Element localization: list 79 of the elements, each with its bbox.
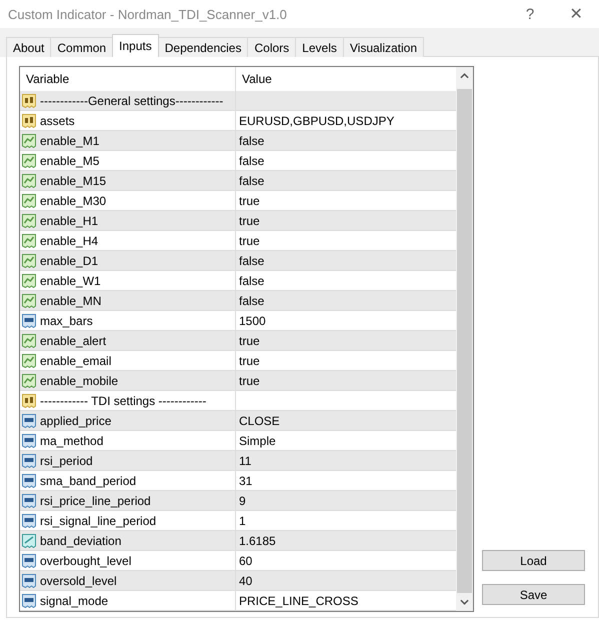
variable-name: enable_email [40, 354, 112, 368]
tab[interactable]: Levels [295, 37, 344, 57]
variable-name: max_bars [40, 314, 93, 328]
variable-name: applied_price [40, 414, 112, 428]
window-title: Custom Indicator - Nordman_TDI_Scanner_v1.0 [8, 6, 288, 22]
value-text[interactable]: 1.6185 [239, 534, 276, 548]
chart-line-icon [21, 272, 37, 288]
tab[interactable]: Colors [247, 37, 296, 57]
value-text[interactable]: 11 [239, 454, 252, 468]
chart-line-icon [21, 332, 37, 348]
chart-line-icon [21, 292, 37, 308]
value-text[interactable]: EURUSD,GBPUSD,USDJPY [239, 114, 394, 128]
value-text[interactable]: Simple [239, 434, 276, 448]
variable-name: ------------General settings------------ [40, 94, 224, 108]
variable-name: ma_method [40, 434, 104, 448]
close-button[interactable]: ✕ [553, 0, 599, 28]
scrollbar[interactable] [456, 67, 473, 611]
tab[interactable]: Dependencies [158, 37, 248, 57]
value-text[interactable]: 9 [239, 494, 246, 508]
variable-name: enable_MN [40, 294, 102, 308]
variable-name: enable_H1 [40, 214, 98, 228]
chart-line-icon [21, 352, 37, 368]
value-text[interactable]: 1500 [239, 314, 266, 328]
chart-line-icon [21, 152, 37, 168]
scroll-thumb[interactable] [457, 89, 472, 593]
value-text[interactable]: 60 [239, 554, 252, 568]
value-text[interactable]: false [239, 254, 264, 268]
value-text[interactable]: true [239, 214, 260, 228]
chart-line-icon [21, 232, 37, 248]
variable-name: band_deviation [40, 534, 122, 548]
variable-name: enable_H4 [40, 234, 98, 248]
variable-name: rsi_period [40, 454, 93, 468]
chart-line-icon [21, 192, 37, 208]
value-text[interactable]: true [239, 234, 260, 248]
variable-name: sma_band_period [40, 474, 136, 488]
chart-line-icon [21, 252, 37, 268]
column-header[interactable]: Value [236, 67, 456, 91]
tab[interactable]: Visualization [342, 37, 424, 57]
variable-name: overbought_level [40, 554, 132, 568]
tab[interactable]: Inputs [112, 34, 159, 57]
chart-line-icon [21, 172, 37, 188]
variable-name: enable_M15 [40, 174, 106, 188]
variable-name: enable_M5 [40, 154, 100, 168]
value-text[interactable]: true [239, 354, 260, 368]
value-text[interactable]: true [239, 334, 260, 348]
tab[interactable]: About [6, 37, 52, 57]
save-button[interactable]: Save [482, 584, 585, 605]
variable-name: enable_M30 [40, 194, 106, 208]
value-text[interactable]: 1 [239, 514, 246, 528]
variable-name: enable_mobile [40, 374, 118, 388]
variable-name: ------------ TDI settings ------------ [40, 394, 206, 408]
chart-line-icon [21, 372, 37, 388]
value-text[interactable]: false [239, 294, 264, 308]
variable-name: enable_M1 [40, 134, 100, 148]
value-text[interactable]: 40 [239, 574, 252, 588]
value-text[interactable]: false [239, 274, 264, 288]
load-button[interactable]: Load [482, 550, 585, 571]
variable-name: signal_mode [40, 594, 108, 608]
variable-name: oversold_level [40, 574, 117, 588]
variable-name: enable_D1 [40, 254, 98, 268]
variable-name: rsi_signal_line_period [40, 514, 156, 528]
value-text[interactable]: true [239, 374, 260, 388]
value-text[interactable]: 31 [239, 474, 252, 488]
value-text[interactable]: false [239, 134, 264, 148]
tab[interactable]: Common [50, 37, 114, 57]
chart-line-icon [21, 212, 37, 228]
variable-name: enable_alert [40, 334, 106, 348]
variable-name: assets [40, 114, 75, 128]
variable-name: enable_W1 [40, 274, 101, 288]
value-text[interactable]: false [239, 154, 264, 168]
value-text[interactable]: CLOSE [239, 414, 280, 428]
value-text[interactable]: false [239, 174, 264, 188]
chart-line-icon [21, 132, 37, 148]
value-text[interactable]: PRICE_LINE_CROSS [239, 594, 358, 608]
value-text[interactable]: true [239, 194, 260, 208]
help-button[interactable]: ? [507, 0, 553, 28]
scroll-up-icon[interactable] [460, 73, 469, 79]
scroll-down-icon[interactable] [460, 599, 469, 605]
variable-name: rsi_price_line_period [40, 494, 151, 508]
